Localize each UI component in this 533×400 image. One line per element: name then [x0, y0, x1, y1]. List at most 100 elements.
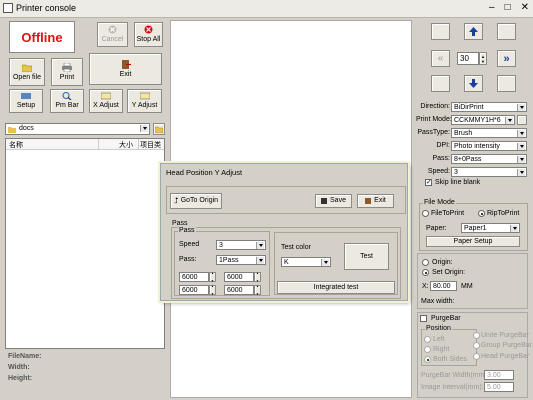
- pass-label: Pass:: [179, 256, 197, 263]
- cancel-button[interactable]: Cancel: [97, 22, 128, 47]
- chevron-down-icon: [520, 145, 524, 148]
- nav-up-right-button[interactable]: [497, 23, 516, 40]
- nav-down-left-button[interactable]: [431, 75, 450, 92]
- dialog-exit-button[interactable]: Exit: [357, 194, 394, 208]
- integrated-test-button[interactable]: Integrated test: [277, 281, 395, 294]
- max-width-label: Max width:: [421, 298, 455, 305]
- x-unit: MM: [461, 283, 473, 290]
- exit-button[interactable]: Exit: [89, 53, 162, 85]
- direction-select[interactable]: BiDirPrint: [451, 102, 527, 112]
- print-mode-button[interactable]: [517, 115, 527, 125]
- value-input-3[interactable]: 6000: [179, 285, 209, 295]
- chevron-down-icon: [520, 171, 524, 174]
- group-radio[interactable]: [473, 342, 480, 349]
- folder-browse-button[interactable]: [153, 123, 165, 135]
- y-adjust-button[interactable]: Y Adjust: [127, 89, 162, 113]
- left-radio[interactable]: [424, 336, 431, 343]
- pass-type-select[interactable]: Brush: [451, 128, 527, 138]
- purge-width-input[interactable]: 3.00: [484, 370, 514, 380]
- right-radio[interactable]: [424, 346, 431, 353]
- value-spinner-2[interactable]: ▲ ▼: [254, 271, 261, 283]
- stop-icon: [144, 25, 153, 34]
- step-input[interactable]: 30: [457, 52, 479, 65]
- title-bar: Printer console – □ ✕: [0, 0, 533, 18]
- origin-radio[interactable]: [422, 259, 429, 266]
- nav-fast-left-button[interactable]: «: [431, 50, 450, 67]
- folder-up-icon: [155, 126, 163, 133]
- status-box: Offline: [9, 21, 75, 53]
- unite-label: Unite PurgeBar: [481, 332, 529, 339]
- skip-line-checkbox[interactable]: [425, 178, 432, 186]
- folder-select[interactable]: docs: [5, 123, 150, 135]
- open-file-button[interactable]: Open file: [9, 58, 45, 86]
- set-origin-label: Set Origin:: [432, 269, 466, 276]
- minimize-icon[interactable]: –: [489, 2, 495, 13]
- x-input[interactable]: 80.00: [430, 281, 457, 291]
- pm-bar-button[interactable]: Pm Bar: [50, 89, 84, 113]
- nav-fast-right-button[interactable]: »: [497, 50, 516, 67]
- nav-up-left-button[interactable]: [431, 23, 450, 40]
- chevron-down-icon: [508, 119, 512, 122]
- close-icon[interactable]: ✕: [521, 2, 529, 13]
- head-position-dialog: Head Position Y Adjust ⮥ GoTo Origin Sav…: [160, 163, 408, 301]
- stop-all-button[interactable]: Stop All: [134, 22, 163, 47]
- purge-bar-checkbox[interactable]: [420, 315, 427, 322]
- magnifier-icon: [62, 92, 72, 100]
- column-type[interactable]: 项目类: [140, 140, 161, 150]
- head-label: Head PurgeBar: [481, 353, 530, 360]
- column-divider: [138, 139, 139, 149]
- paper-select[interactable]: Paper1: [461, 223, 520, 233]
- left-label: Left: [433, 336, 445, 343]
- goto-origin-button[interactable]: ⮥ GoTo Origin: [170, 193, 222, 209]
- file-list[interactable]: 名称 大小 项目类: [5, 138, 165, 349]
- nav-down-right-button[interactable]: [497, 75, 516, 92]
- dialog-title: Head Position Y Adjust: [166, 168, 243, 177]
- column-size[interactable]: 大小: [119, 140, 133, 150]
- value-input-1[interactable]: 6000: [179, 272, 209, 282]
- pass-type-label: PassType:: [417, 129, 450, 136]
- value-input-2[interactable]: 6000: [224, 272, 254, 282]
- value-spinner-4[interactable]: ▲ ▼: [254, 284, 261, 296]
- nav-down-button[interactable]: [464, 75, 483, 92]
- chevron-down-icon: [520, 106, 524, 109]
- value-spinner-1[interactable]: ▲ ▼: [209, 271, 216, 283]
- file-to-print-radio[interactable]: [422, 210, 429, 217]
- y-adjust-icon: [139, 92, 150, 100]
- purge-bar-label: PurgeBar: [431, 315, 461, 322]
- setup-button[interactable]: Setup: [9, 89, 43, 113]
- paper-setup-button[interactable]: Paper Setup: [426, 236, 520, 247]
- speed-select[interactable]: 3: [451, 167, 527, 177]
- save-button[interactable]: Save: [315, 194, 352, 208]
- pass-group-label: Pass: [172, 220, 188, 227]
- pass-label: Pass:: [432, 155, 450, 162]
- pass-inner-title: Pass: [178, 227, 196, 234]
- print-mode-select[interactable]: CCKMMY1H*6: [451, 115, 515, 125]
- value-input-4[interactable]: 6000: [224, 285, 254, 295]
- cancel-icon: [108, 25, 117, 34]
- print-button[interactable]: Print: [51, 58, 83, 86]
- arrow-up-icon: [469, 27, 478, 36]
- test-button[interactable]: Test: [344, 243, 389, 270]
- x-adjust-button[interactable]: X Adjust: [89, 89, 123, 113]
- image-interval-input[interactable]: 5.00: [484, 382, 514, 392]
- window-title: Printer console: [16, 3, 77, 13]
- dialog-speed-select[interactable]: 3: [216, 240, 266, 250]
- position-title: Position: [425, 325, 452, 332]
- chevron-down-icon: [143, 127, 147, 130]
- set-origin-radio[interactable]: [422, 269, 429, 276]
- value-spinner-3[interactable]: ▲ ▼: [209, 284, 216, 296]
- dialog-pass-select[interactable]: 1Pass: [216, 255, 266, 265]
- step-spinner[interactable]: ▲ ▼: [479, 52, 487, 65]
- maximize-icon[interactable]: □: [505, 2, 511, 13]
- both-sides-radio[interactable]: [424, 356, 431, 363]
- dpi-select[interactable]: Photo intensity: [451, 141, 527, 151]
- column-name[interactable]: 名称: [9, 140, 23, 150]
- pass-select[interactable]: 8+0Pass: [451, 154, 527, 164]
- nav-up-button[interactable]: [464, 23, 483, 40]
- rip-to-print-radio[interactable]: [478, 210, 485, 217]
- print-mode-label: Print Mode:: [416, 116, 452, 123]
- unite-radio[interactable]: [473, 332, 480, 339]
- test-color-select[interactable]: K: [281, 257, 331, 267]
- head-radio[interactable]: [473, 353, 480, 360]
- spin-down-icon[interactable]: ▼: [481, 59, 485, 64]
